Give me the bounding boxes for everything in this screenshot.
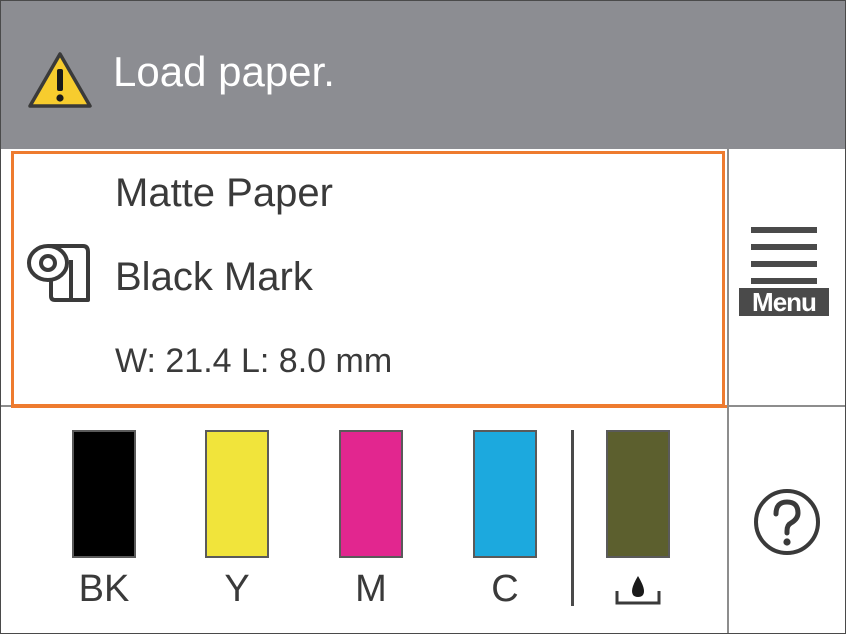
ink-label-y: Y (224, 568, 250, 610)
ink-cartridge-bk (72, 430, 136, 558)
ink-level-c (475, 432, 535, 556)
ink-label-bk: BK (78, 568, 130, 610)
ink-level-m (341, 432, 401, 556)
maintenance-box-level (608, 432, 668, 556)
ink-level-bk (74, 432, 134, 556)
printer-control-panel: Load paper. Matte Paper Black Mark W: 21… (0, 0, 846, 634)
warning-icon (28, 52, 92, 108)
ink-label-c: C (491, 568, 519, 610)
ink-cartridge-c (473, 430, 537, 558)
help-button[interactable] (729, 407, 845, 633)
status-message: Load paper. (113, 48, 335, 95)
maintenance-box-icon (615, 576, 661, 605)
media-settings-button[interactable]: Matte Paper Black Mark W: 21.4 L: 8.0 mm (11, 151, 725, 407)
ink-cartridge-m (339, 430, 403, 558)
status-bar: Load paper. (1, 1, 845, 149)
menu-button[interactable]: Menu (729, 151, 845, 405)
hamburger-menu-icon (751, 227, 817, 285)
ink-separator (571, 430, 574, 606)
menu-label: Menu (739, 288, 829, 316)
media-size-label: W: 21.4 L: 8.0 mm (115, 342, 393, 380)
media-mark-label: Black Mark (115, 255, 313, 299)
ink-levels-button[interactable]: BK Y M C (1, 408, 727, 633)
ink-level-y (207, 432, 267, 556)
help-icon (754, 489, 820, 555)
media-type-label: Matte Paper (115, 171, 333, 215)
ink-cartridge-y (205, 430, 269, 558)
roll-paper-icon (27, 244, 90, 302)
maintenance-box (606, 430, 670, 558)
ink-label-m: M (355, 568, 387, 610)
horizontal-divider (1, 405, 11, 407)
